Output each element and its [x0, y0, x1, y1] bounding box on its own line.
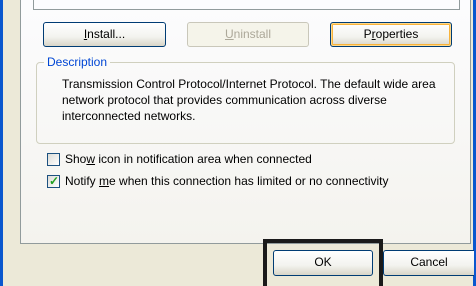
description-text: Transmission Control Protocol/Internet P…	[62, 77, 436, 123]
show-icon-label: Show icon in notification area when conn…	[65, 152, 312, 166]
window-left-border	[0, 0, 3, 286]
show-icon-option[interactable]: Show icon in notification area when conn…	[47, 151, 312, 167]
dialog-window: Install... Uninstall Properties Descript…	[0, 0, 476, 286]
cancel-button[interactable]: Cancel	[383, 250, 474, 276]
description-legend: Description	[44, 55, 111, 69]
install-button[interactable]: Install...	[43, 22, 166, 47]
ok-highlight-frame	[263, 239, 383, 286]
components-list-bottom-edge	[33, 0, 460, 10]
uninstall-access-key: U	[224, 27, 234, 41]
notify-checkbox[interactable]: ✓	[47, 173, 60, 188]
properties-button[interactable]: Properties	[330, 22, 452, 47]
notify-option[interactable]: ✓ Notify me when this connection has lim…	[47, 173, 389, 189]
checkmark-icon: ✓	[49, 173, 60, 188]
notify-label: Notify me when this connection has limit…	[65, 174, 389, 188]
show-icon-checkbox[interactable]	[47, 152, 60, 166]
uninstall-button[interactable]: Uninstall	[187, 22, 309, 47]
